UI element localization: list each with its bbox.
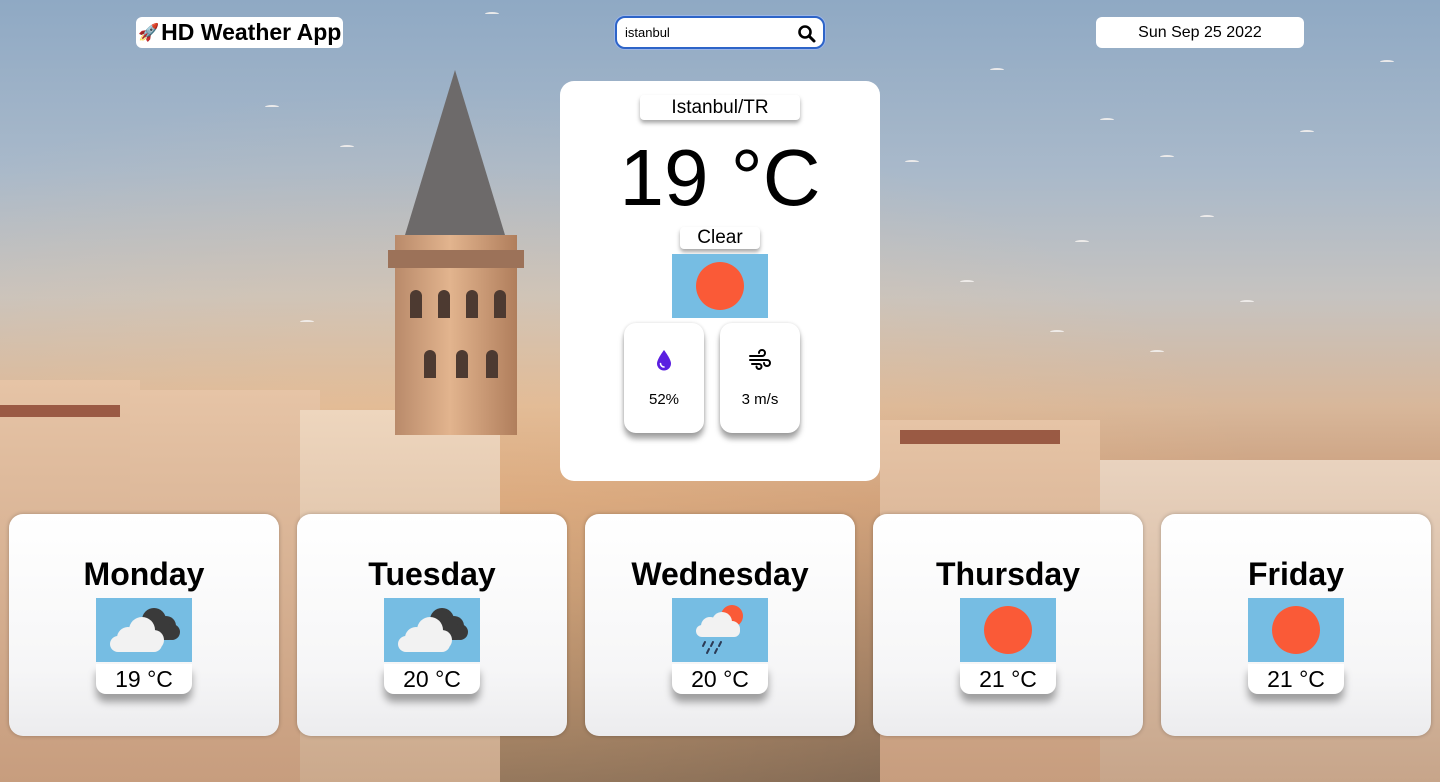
sun-icon <box>960 598 1056 662</box>
wind-icon <box>748 348 772 372</box>
sun-disc <box>984 606 1032 654</box>
wind-card: 3 m/s <box>720 323 800 433</box>
forecast-card-thursday: Thursday 21 °C <box>873 514 1143 736</box>
seagull <box>990 68 1004 72</box>
seagull <box>1160 155 1174 159</box>
forecast-card-wednesday: Wednesday 20 °C <box>585 514 855 736</box>
sun-disc <box>696 262 744 310</box>
humidity-value: 52% <box>648 391 680 408</box>
forecast-temperature: 20 °C <box>672 664 768 694</box>
location-label: Istanbul/TR <box>640 95 800 120</box>
galata-tower-balcony <box>388 250 524 268</box>
sun-disc <box>1272 606 1320 654</box>
tower-window <box>456 350 468 378</box>
forecast-temperature: 21 °C <box>1248 664 1344 694</box>
galata-tower-roof <box>405 70 505 235</box>
forecast-day: Wednesday <box>631 556 809 592</box>
condition-label: Clear <box>680 227 760 249</box>
rain-sun-icon <box>672 598 768 662</box>
current-date: Sun Sep 25 2022 <box>1096 17 1304 48</box>
sun-icon <box>1248 598 1344 662</box>
seagull <box>1075 240 1089 244</box>
current-temperature: 19 °C <box>619 133 821 222</box>
seagull <box>1300 130 1314 134</box>
forecast-card-tuesday: Tuesday 20 °C <box>297 514 567 736</box>
rocket-icon: 🚀 <box>138 22 160 42</box>
seagull <box>1380 60 1394 64</box>
background-roof <box>0 405 120 417</box>
forecast-card-friday: Friday 21 °C <box>1161 514 1431 736</box>
seagull <box>1240 300 1254 304</box>
seagull <box>1200 215 1214 219</box>
forecast-temperature: 20 °C <box>384 664 480 694</box>
tower-window <box>494 290 506 318</box>
seagull <box>340 145 354 149</box>
search-icon[interactable] <box>797 24 817 44</box>
cloudy-icon <box>96 598 192 662</box>
seagull <box>905 160 919 164</box>
current-weather-card: Istanbul/TR 19 °C Clear 52% 3 m/s <box>560 81 880 481</box>
search-bar[interactable] <box>615 16 825 49</box>
tower-window <box>466 290 478 318</box>
app-title: HD Weather App <box>161 19 342 45</box>
forecast-temperature: 19 °C <box>96 664 192 694</box>
app-logo: 🚀 HD Weather App <box>136 17 344 48</box>
forecast-day: Tuesday <box>368 556 496 592</box>
seagull <box>485 12 499 16</box>
tower-window <box>438 290 450 318</box>
wind-value: 3 m/s <box>741 391 779 408</box>
tower-window <box>424 350 436 378</box>
tower-window <box>410 290 422 318</box>
seagull <box>1100 118 1114 122</box>
forecast-card-monday: Monday 19 °C <box>9 514 279 736</box>
cloudy-icon <box>384 598 480 662</box>
seagull <box>1150 350 1164 354</box>
search-input[interactable] <box>617 25 787 40</box>
humidity-card: 52% <box>624 323 704 433</box>
droplet-icon <box>652 348 676 372</box>
forecast-day: Monday <box>83 556 205 592</box>
seagull <box>300 320 314 324</box>
background-roof <box>900 430 1060 444</box>
forecast-day: Thursday <box>935 556 1081 592</box>
seagull <box>265 105 279 109</box>
forecast-temperature: 21 °C <box>960 664 1056 694</box>
tower-window <box>486 350 498 378</box>
sun-icon <box>672 254 768 318</box>
forecast-day: Friday <box>1247 556 1345 592</box>
seagull <box>960 280 974 284</box>
seagull <box>1050 330 1064 334</box>
